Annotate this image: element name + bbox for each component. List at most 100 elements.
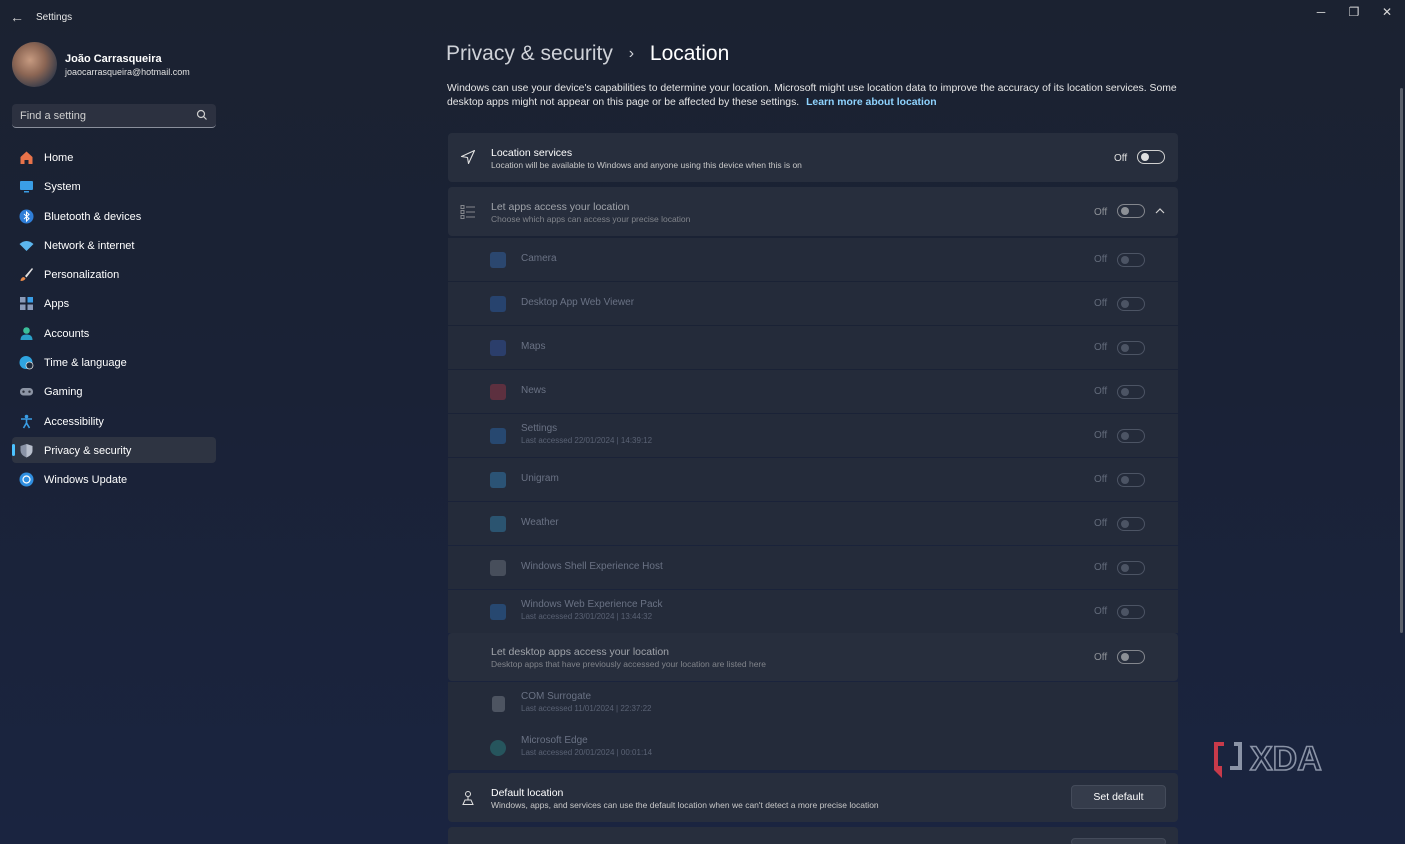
update-icon [19,472,34,487]
app-name: Settings [521,423,558,434]
restore-button[interactable]: ❐ [1339,4,1369,24]
app-row-camera: Camera Off [448,238,1178,281]
sidebar-item-privacy-security[interactable]: Privacy & security [12,436,216,463]
let-apps-title: Let apps access your location [491,201,630,213]
breadcrumb-parent[interactable]: Privacy & security [446,42,613,65]
sidebar-item-accounts[interactable]: Accounts [12,320,216,346]
maps-icon [490,340,506,356]
sidebar-item-label: Privacy & security [44,444,132,457]
page-title: Location [649,42,730,65]
sidebar-item-apps[interactable]: Apps [12,290,216,316]
app-toggle[interactable] [1117,605,1145,619]
let-desktop-apps-toggle[interactable] [1117,650,1145,664]
camera-icon [490,252,506,268]
shield-icon [20,443,33,458]
avatar[interactable] [12,42,57,87]
app-name: Weather [521,517,559,528]
let-desktop-apps-title: Let desktop apps access your location [491,646,670,658]
search-icon[interactable] [196,109,208,121]
location-history-card [448,827,1178,844]
desktop-app-row-microsoft-edge: Microsoft Edge Last accessed 20/01/2024 … [448,726,1178,770]
sidebar-item-label: Time & language [44,357,127,370]
let-apps-toggle[interactable] [1117,204,1145,218]
clear-button[interactable] [1071,838,1166,844]
sidebar-item-label: Bluetooth & devices [44,210,142,223]
sidebar-item-label: Home [44,152,74,164]
app-title: Settings [36,12,73,23]
default-location-card: Default location Windows, apps, and serv… [448,773,1178,822]
scrollbar[interactable] [1400,88,1403,633]
app-toggle[interactable] [1117,561,1145,575]
app-toggle[interactable] [1117,517,1145,531]
app-name: News [521,385,547,396]
app-name: Windows Web Experience Pack [521,599,663,610]
app-name: Microsoft Edge [521,735,588,746]
set-default-button[interactable]: Set default [1071,785,1166,809]
accessibility-icon [21,414,32,429]
sidebar-item-label: Accounts [44,327,90,340]
let-desktop-apps-card: Let desktop apps access your location De… [448,633,1178,681]
breadcrumb: Privacy & security › Location [446,42,729,66]
let-apps-state: Off [1094,207,1108,218]
app-row-weather: Weather Off [448,502,1178,545]
back-button[interactable]: ← [8,8,26,26]
app-toggle[interactable] [1117,341,1145,355]
app-name: Unigram [521,473,559,484]
location-services-toggle[interactable] [1137,150,1165,164]
window-icon [490,560,506,576]
app-toggle[interactable] [1117,473,1145,487]
gear-icon [490,428,506,444]
wifi-icon [19,240,34,251]
globe-clock-icon [19,356,34,370]
default-location-title: Default location [491,787,564,799]
sidebar-item-bluetooth[interactable]: Bluetooth & devices [12,203,216,229]
app-state: Off [1094,342,1108,353]
sidebar-item-label: Accessibility [44,415,104,428]
search-input[interactable]: Find a setting [12,104,216,128]
app-state: Off [1094,518,1108,529]
app-row-unigram: Unigram Off [448,458,1178,501]
app-state: Off [1094,430,1108,441]
xda-watermark-logo: XDA [1214,740,1323,779]
app-row-news: News Off [448,370,1178,413]
app-toggle[interactable] [1117,253,1145,267]
app-last-accessed: Last accessed 20/01/2024 | 00:01:14 [521,748,653,757]
app-toggle[interactable] [1117,385,1145,399]
app-state: Off [1094,254,1108,265]
learn-more-link[interactable]: Learn more about location [806,97,936,108]
app-last-accessed: Last accessed 23/01/2024 | 13:44:32 [521,612,653,621]
chevron-up-icon[interactable] [1155,207,1165,215]
app-row-maps: Maps Off [448,326,1178,369]
sidebar-item-home[interactable]: Home [12,144,216,170]
location-services-state: Off [1114,153,1128,164]
profile-email: joaocarrasqueira@hotmail.com [65,67,190,77]
person-icon [20,326,33,340]
close-button[interactable]: ✕ [1372,4,1402,24]
app-toggle[interactable] [1117,297,1145,311]
location-arrow-icon [460,149,476,165]
sidebar-item-network[interactable]: Network & internet [12,232,216,258]
sidebar-item-personalization[interactable]: Personalization [12,261,216,287]
app-toggle[interactable] [1117,429,1145,443]
sidebar-item-windows-update[interactable]: Windows Update [12,466,216,492]
app-state: Off [1094,474,1108,485]
app-name: Windows Shell Experience Host [521,561,663,572]
app-name: Camera [521,253,557,264]
telegram-icon [490,472,506,488]
gamepad-icon [20,388,33,396]
sidebar-item-label: Gaming [44,386,83,399]
minimize-button[interactable]: ─ [1306,4,1336,24]
app-state: Off [1094,386,1108,397]
default-location-subtitle: Windows, apps, and services can use the … [491,800,879,810]
app-state: Off [1094,562,1108,573]
page-description: Windows can use your device's capabiliti… [447,82,1177,110]
sidebar-item-gaming[interactable]: Gaming [12,378,216,404]
sidebar-item-time-language[interactable]: Time & language [12,349,216,375]
app-state: Off [1094,298,1108,309]
watermark-text: XDA [1250,740,1322,778]
breadcrumb-separator: › [628,45,635,62]
sidebar-item-system[interactable]: System [12,173,216,199]
sidebar-item-label: Apps [44,298,70,311]
sidebar-item-accessibility[interactable]: Accessibility [12,408,216,434]
search-placeholder: Find a setting [20,110,87,122]
